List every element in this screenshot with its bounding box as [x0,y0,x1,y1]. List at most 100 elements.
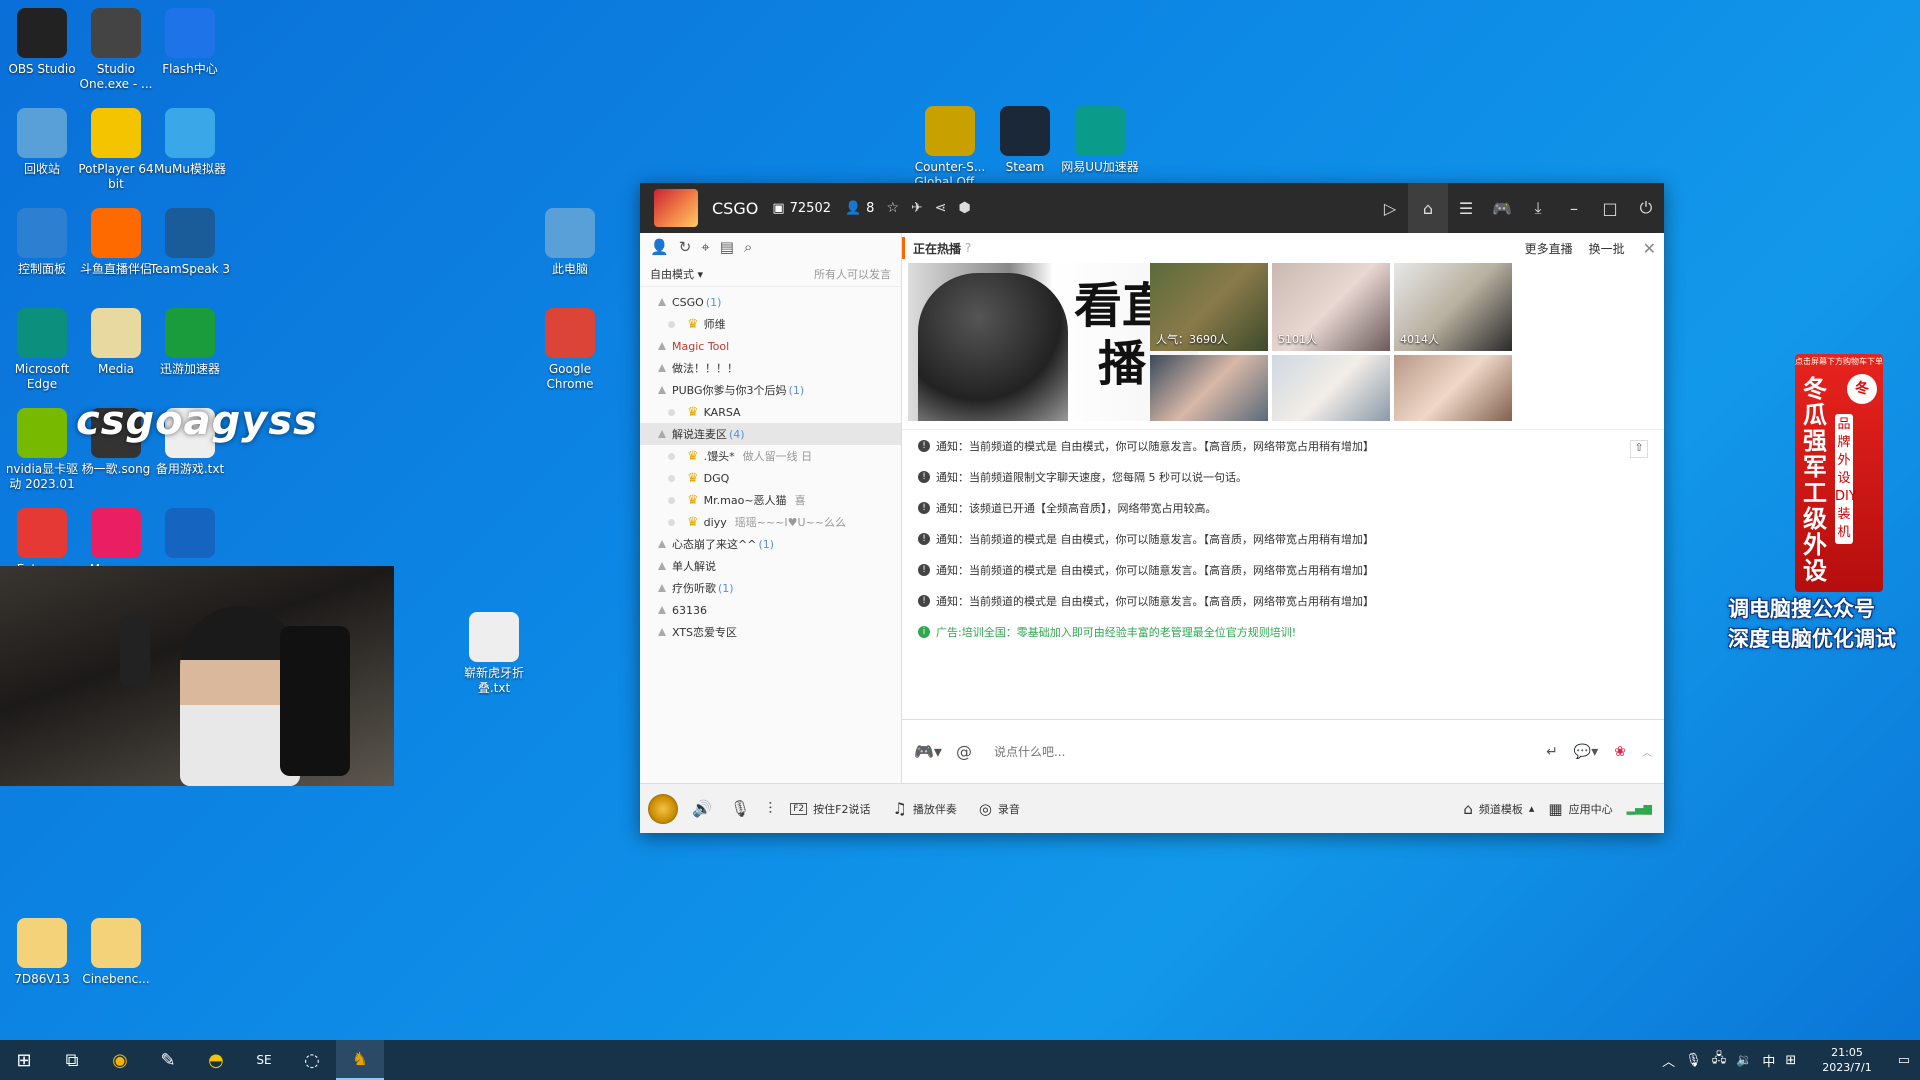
channel-item[interactable]: 解说连麦区 (4) [640,423,901,445]
channel-user[interactable]: ♛ KARSA [640,401,901,423]
mode-dropdown[interactable]: 自由模式 ▾ [650,266,703,282]
obs-taskbar-icon[interactable]: ◌ [288,1040,336,1080]
live-tile[interactable]: 人气：3690人 [1150,263,1268,351]
live-tile[interactable] [1394,355,1512,421]
mic-tray-icon[interactable]: 🎙 [1685,1053,1702,1068]
csgo-taskbar-icon[interactable]: ♞ [336,1040,384,1080]
more-live-link[interactable]: 更多直播 [1525,240,1573,257]
share-icon[interactable]: ⋖ [935,200,947,216]
desktop-icon[interactable]: Counter-S... Global Off... [908,106,992,190]
speaker-icon[interactable]: 🔊 [692,799,712,818]
minimize-button[interactable]: – [1556,199,1592,218]
favorite-icon[interactable]: ☆ [886,200,899,216]
power-button[interactable]: ⏻ [1628,198,1664,218]
shield-icon[interactable]: ⬢ [958,200,970,216]
desktop-icon[interactable]: Microsoft Edge [0,308,84,392]
promo-banner[interactable]: 点击屏幕下方购物车下单 冬瓜强军工级外设 品牌外设DIY装机 冬 [1795,354,1883,592]
location-icon[interactable]: ⌖ [701,238,709,256]
desktop-icon[interactable]: 控制面板 [0,208,84,277]
channel-user[interactable]: ♛ .馒头* 做人留一线 日 [640,445,901,467]
plane-icon[interactable]: ✈ [911,200,923,216]
desktop-icon[interactable]: 7D86V13 [0,918,84,987]
channel-item[interactable]: 心态崩了来这^^ (1) [640,533,901,555]
desktop-icon[interactable] [148,508,232,562]
channel-item[interactable]: 63136 [640,599,901,621]
change-batch-link[interactable]: 换一批 [1589,240,1625,257]
send-icon[interactable]: ↵ [1546,744,1558,760]
flower-icon[interactable]: ❀ [1614,744,1626,760]
desktop-icon[interactable]: Cinebenc... [74,918,158,987]
gamepad-icon[interactable]: 🎮 [1484,199,1520,218]
douyu-taskbar-icon[interactable]: ◓ [192,1040,240,1080]
refresh-icon[interactable]: ↻ [679,238,692,256]
channel-user[interactable]: ♛ diyy 瑶瑶~~~I♥U~~么么 [640,511,901,533]
desktop-icon[interactable]: MuMu模拟器 [148,108,232,177]
mixer-icon[interactable]: ⫶ [768,799,772,819]
gamepad-emoji-icon[interactable]: 🎮▾ [914,742,942,761]
desktop-icon[interactable]: 斗鱼直播伴侣 [74,208,158,277]
desktop-icon[interactable]: Media [74,308,158,377]
microphone-icon[interactable]: 🎙 [730,799,750,818]
expand-icon[interactable]: ︿ [1642,744,1652,759]
close-icon[interactable]: ✕ [1643,239,1656,258]
volume-icon[interactable]: 🔉 [1736,1053,1752,1068]
channel-item[interactable]: Magic Tool [640,335,901,357]
maximize-button[interactable]: □ [1592,199,1628,218]
channel-item[interactable]: XTS恋爱专区 [640,621,901,643]
channel-item[interactable]: 做法！！！！ [640,357,901,379]
channel-item[interactable]: PUBG你爹与你3个后妈 (1) [640,379,901,401]
home-icon[interactable]: ⌂ [1408,183,1448,233]
desktop-icon[interactable]: nvidia显卡驱动 2023.01 [0,408,84,492]
live-tile[interactable]: 5101人 [1272,263,1390,351]
chrome-taskbar-icon[interactable]: ◉ [96,1040,144,1080]
f2-talk-button[interactable]: F2 按住F2说话 [790,801,870,817]
scroll-top-button[interactable]: ⇧ [1630,440,1648,458]
live-tile[interactable]: 4014人 [1394,263,1512,351]
desktop-icon[interactable]: 迅游加速器 [148,308,232,377]
desktop-icon[interactable]: TeamSpeak 3 [148,208,232,277]
live-tile[interactable] [1272,355,1390,421]
window-titlebar[interactable]: CSGO ▣ 72502 👤 8 ☆ ✈ ⋖ ⬢ ▷ ⌂ ☰ 🎮 ⤓ – □ ⏻ [640,183,1664,233]
desktop-icon[interactable]: PotPlayer 64 bit [74,108,158,192]
se-taskbar-icon[interactable]: SE [240,1040,288,1080]
channel-item[interactable]: CSGO (1) [640,291,901,313]
clock[interactable]: 21:05 2023/7/1 [1822,1045,1871,1075]
network-icon[interactable]: 🖧 [1712,1049,1727,1071]
mention-icon[interactable]: @ [956,742,972,761]
channel-user[interactable]: ♛ DGQ [640,467,901,489]
desktop-icon[interactable]: 崭新虎牙折叠.txt [452,612,536,696]
channel-user[interactable]: ♛ 师维 [640,313,901,335]
desktop-icon[interactable]: Studio One.exe - ... [74,8,158,92]
search-icon[interactable]: ⌕ [744,238,752,256]
ime-indicator[interactable]: 中 [1762,1051,1775,1070]
help-icon[interactable]: ? [965,241,971,255]
keyboard-icon[interactable]: ⊞ [1785,1053,1796,1068]
desktop-icon[interactable]: Google Chrome [528,308,612,392]
chevron-up-icon[interactable]: ︿ [1662,1051,1675,1070]
desktop-icon[interactable]: OBS Studio [0,8,84,77]
template-button[interactable]: ⌂ 频道模板 ▴ [1463,800,1534,818]
room-avatar[interactable] [654,189,698,227]
task-view-button[interactable]: ⧉ [48,1040,96,1080]
start-button[interactable]: ⊞ [0,1040,48,1080]
my-avatar[interactable] [648,793,678,824]
chat-bubble-icon[interactable]: 💬▾ [1574,744,1598,760]
channel-item[interactable]: 单人解说 [640,555,901,577]
list-icon[interactable]: ☰ [1448,199,1484,218]
live-tile[interactable] [1150,355,1268,421]
app-center-button[interactable]: ▦ 应用中心 [1548,800,1612,818]
record-button[interactable]: ◎ 录音 [979,800,1020,818]
studio-one-taskbar-icon[interactable]: ✎ [144,1040,192,1080]
desktop-icon[interactable]: 网易UU加速器 [1058,106,1142,175]
desktop-icon[interactable]: 回收站 [0,108,84,177]
video-icon[interactable]: ▷ [1372,199,1408,218]
chat-input[interactable] [993,744,1414,759]
music-button[interactable]: ♫ 播放伴奏 [892,799,956,818]
channel-user[interactable]: ♛ Mr.mao~恶人猫喜 [640,489,901,511]
desktop-icon[interactable]: Steam [983,106,1067,175]
desktop-icon[interactable]: Flash中心 [148,8,232,77]
download-icon[interactable]: ⤓ [1520,198,1556,218]
user-icon[interactable]: 👤 [650,238,669,256]
notes-icon[interactable]: ▤ [720,238,734,256]
desktop-icon[interactable]: 此电脑 [528,208,612,277]
